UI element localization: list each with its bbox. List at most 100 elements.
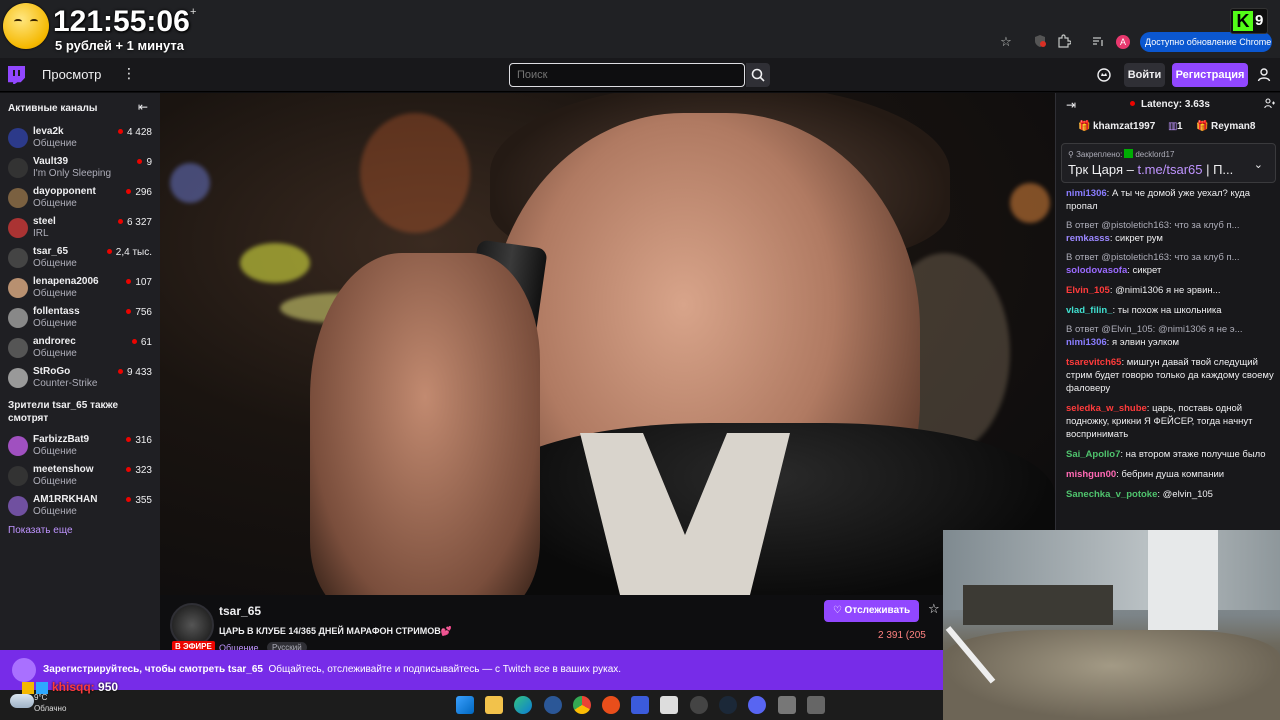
latency-indicator: Latency: 3.63s	[1130, 99, 1210, 110]
stats-app-icon[interactable]	[631, 696, 649, 714]
nav-more-button[interactable]: ⋮	[122, 65, 136, 82]
bookmark-star-icon[interactable]: ☆	[998, 34, 1014, 50]
avatar	[8, 188, 28, 208]
channel-category: Общение	[33, 506, 77, 517]
channel-name: StRoGo	[33, 366, 71, 377]
chat-username[interactable]: Sanechka_v_potoke	[1066, 489, 1157, 500]
chat-username[interactable]: seledka_w_shube	[1066, 403, 1147, 414]
obs-icon[interactable]	[660, 696, 678, 714]
chat-username[interactable]: nimi1306	[1066, 337, 1107, 348]
follow-button[interactable]: ♡ Отслеживать	[824, 600, 919, 622]
steam-icon[interactable]	[719, 696, 737, 714]
chat-username[interactable]: remkasss	[1066, 233, 1110, 244]
app-icon[interactable]	[690, 696, 708, 714]
nav-browse-link[interactable]: Просмотр	[42, 67, 101, 82]
new-tab-button[interactable]: +	[190, 6, 196, 18]
collapse-sidebar-icon[interactable]: ⇤	[138, 100, 148, 114]
channel-category: IRL	[33, 228, 49, 239]
channel-category: Общение	[33, 476, 77, 487]
calculator-icon[interactable]	[807, 696, 825, 714]
reply-context[interactable]: В ответ @pistoletich163: что за клуб п..…	[1066, 220, 1276, 231]
reading-list-icon[interactable]	[1090, 34, 1106, 50]
sidebar-channel[interactable]: FarbizzBat9 Общение 316	[0, 431, 160, 461]
chat-username[interactable]: Sai_Apollo7	[1066, 449, 1120, 460]
reply-context[interactable]: В ответ @pistoletich163: что за клуб п..…	[1066, 252, 1276, 263]
file-explorer-icon[interactable]	[485, 696, 503, 714]
bokeh-light	[360, 113, 470, 233]
chat-username[interactable]: nimi1306	[1066, 188, 1107, 199]
sidebar-channel[interactable]: follentass Общение 756	[0, 303, 160, 333]
sidebar: Активные каналы ⇤ leva2k Общение 4 428 Vau…	[0, 93, 160, 650]
chat-username[interactable]: vlad_filin_	[1066, 305, 1112, 316]
channel-name: FarbizzBat9	[33, 434, 90, 445]
twitch-logo-icon[interactable]	[8, 66, 25, 84]
gifter-name[interactable]: khamzat1997	[1093, 121, 1155, 132]
chat-text: : сикрет	[1127, 265, 1162, 276]
sidebar-channel[interactable]: lenapena2006 Общение 107	[0, 273, 160, 303]
channel-category: Общение	[33, 446, 77, 457]
glitch-mascot-icon	[12, 658, 36, 682]
app-icon[interactable]	[602, 696, 620, 714]
login-button[interactable]: Войти	[1124, 63, 1165, 87]
pinned-link[interactable]: t.me/tsar65	[1137, 162, 1202, 177]
settings-gear-icon[interactable]	[778, 696, 796, 714]
chrome-update-button[interactable]: Доступно обновление Chrome ⋮	[1140, 32, 1272, 52]
chat-username[interactable]: mishgun00	[1066, 469, 1116, 480]
search-button[interactable]	[746, 63, 770, 87]
cam-sofa	[943, 630, 1280, 720]
sidebar-channel[interactable]: androrec Общение 61	[0, 333, 160, 363]
pinned-message[interactable]: ⚲ Закреплено: decklord17 Трк Царя – t.me/…	[1061, 143, 1276, 183]
avatar	[8, 466, 28, 486]
prime-crown-icon[interactable]	[1096, 67, 1112, 83]
sidebar-channel[interactable]: meetenshow Общение 323	[0, 461, 160, 491]
timer-rate: 5 рублей + 1 минута	[55, 38, 184, 53]
windows-start-icon[interactable]	[456, 696, 474, 714]
viewer-count: 2,4 тыс.	[107, 247, 152, 258]
sidebar-channel[interactable]: tsar_65 Общение 2,4 тыс.	[0, 243, 160, 273]
video-player[interactable]	[160, 93, 1055, 595]
browser-icon[interactable]	[544, 696, 562, 714]
pinned-text-a: Трк Царя –	[1068, 162, 1138, 177]
profile-avatar[interactable]: A	[1116, 35, 1130, 49]
community-users-icon[interactable]	[1264, 98, 1276, 113]
crown-badge-icon	[22, 682, 34, 694]
sidebar-channel[interactable]: Vault39 I'm Only Sleeping 9	[0, 153, 160, 183]
signup-button[interactable]: Регистрация	[1172, 63, 1248, 87]
sidebar-channel[interactable]: StRoGo Counter-Strike 9 433	[0, 363, 160, 393]
chat-text: : на втором этаже получше было	[1120, 449, 1266, 460]
cloud-weather-icon[interactable]	[10, 694, 34, 708]
chat-message: seledka_w_shube: царь, поставь одной под…	[1066, 402, 1276, 441]
reply-context[interactable]: В ответ @Elvin_105: @nimi1306 я не э...	[1066, 324, 1276, 335]
user-icon[interactable]	[1256, 67, 1272, 83]
extensions-puzzle-icon[interactable]	[1056, 34, 1072, 50]
show-more-link[interactable]: Показать еще	[8, 525, 73, 536]
sidebar-channel[interactable]: AM1RRKHAN Общение 355	[0, 491, 160, 521]
kick-badge: K 9	[1230, 8, 1268, 34]
channel-name[interactable]: tsar_65	[219, 604, 261, 618]
extension-shield-icon[interactable]	[1032, 34, 1048, 50]
edge-browser-icon[interactable]	[514, 696, 532, 714]
smiley-emoji-icon	[3, 3, 49, 49]
chevron-down-icon[interactable]: ⌄	[1254, 158, 1263, 171]
marathon-timer: 121:55:06	[53, 5, 190, 38]
notification-star-icon[interactable]: ☆	[928, 601, 940, 617]
sidebar-channel[interactable]: dayopponent Общение 296	[0, 183, 160, 213]
gifter-name[interactable]: Reyman8	[1211, 121, 1255, 132]
bokeh-light	[170, 163, 210, 203]
chat-panel: ⇥ Latency: 3.63s 🎁 khamzat1997 ▥ 1 🎁 Rey…	[1055, 93, 1280, 530]
chat-username[interactable]: tsarevitch65	[1066, 357, 1121, 368]
signup-banner[interactable]: Зарегистрируйтесь, чтобы смотреть tsar_6…	[0, 650, 943, 690]
chat-username[interactable]: solodovasofa	[1066, 265, 1127, 276]
channel-name: tsar_65	[33, 246, 69, 257]
discord-icon[interactable]	[748, 696, 766, 714]
sidebar-channel[interactable]: leva2k Общение 4 428	[0, 123, 160, 153]
bokeh-light	[1010, 183, 1050, 223]
sidebar-channel[interactable]: steel IRL 6 327	[0, 213, 160, 243]
chat-username[interactable]: Elvin_105	[1066, 285, 1110, 296]
channel-category: I'm Only Sleeping	[33, 168, 112, 179]
collapse-chat-icon[interactable]: ⇥	[1066, 98, 1076, 112]
avatar	[8, 368, 28, 388]
chrome-icon[interactable]	[573, 696, 591, 714]
search-input[interactable]	[509, 63, 745, 87]
kick-logo-icon: K	[1233, 11, 1253, 31]
